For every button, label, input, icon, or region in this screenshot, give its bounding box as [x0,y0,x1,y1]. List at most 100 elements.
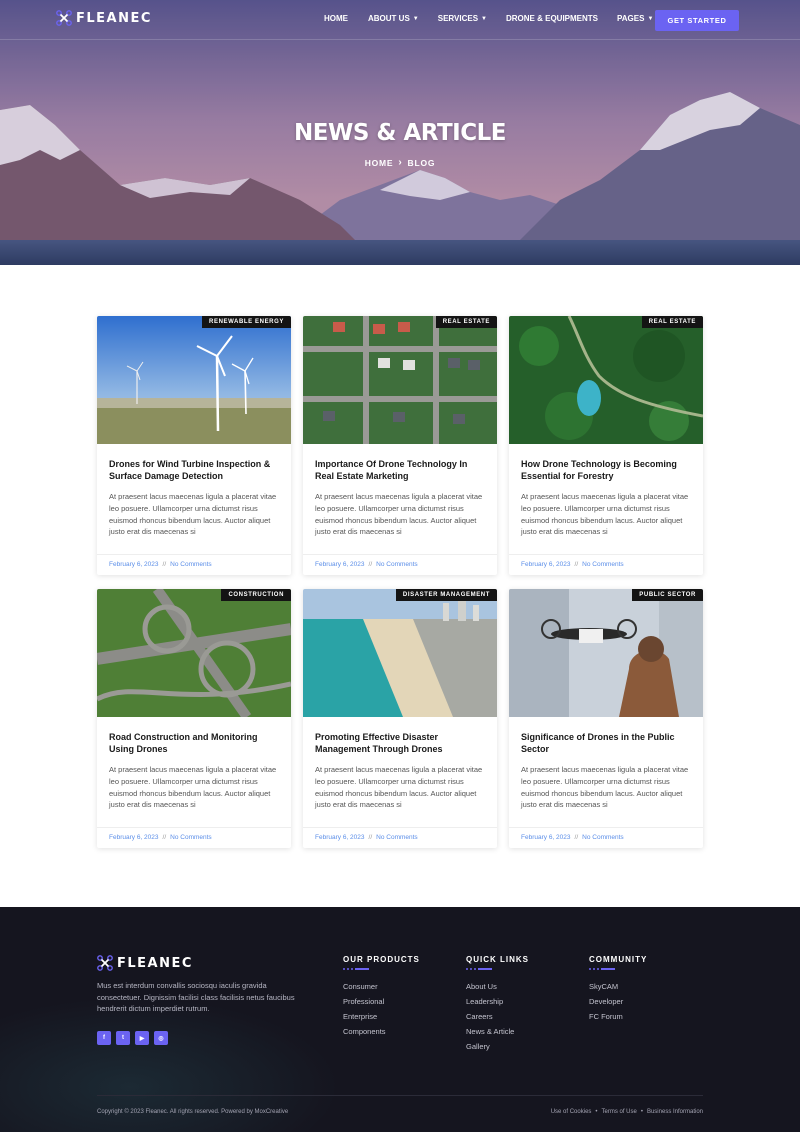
footer-link[interactable]: Developer [589,994,647,1009]
footer-link[interactable]: Careers [466,1009,529,1024]
blog-card[interactable]: RENEWABLE ENERGY Drones for Wind Turbine… [97,316,291,575]
blog-card[interactable]: REAL ESTATE How Drone Technology is Beco… [509,316,703,575]
legal-separator: • [640,1109,643,1115]
post-thumbnail-man-with-drone[interactable] [509,589,703,717]
category-badge[interactable]: REAL ESTATE [641,316,703,328]
blog-card[interactable]: CONSTRUCTION Road Construction and Monit… [97,589,291,848]
post-comments[interactable]: No Comments [376,561,418,568]
post-thumbnail-wind-turbines[interactable] [97,316,291,444]
meta-separator: // [368,561,373,568]
footer-link[interactable]: Gallery [466,1039,529,1054]
category-badge[interactable]: REAL ESTATE [435,316,497,328]
post-comments[interactable]: No Comments [582,561,624,568]
post-date[interactable]: February 6, 2023 [521,561,571,568]
main-menu: HOME ABOUT US ▼ SERVICES ▼ DRONE & EQUIP… [324,14,653,23]
title-underline [589,968,647,970]
youtube-icon[interactable]: ▶ [135,1031,149,1045]
post-thumbnail-forest-lake[interactable] [509,316,703,444]
post-title[interactable]: Promoting Effective Disaster Management … [315,732,487,755]
post-thumbnail-highway-interchange[interactable] [97,589,291,717]
brand-logo[interactable]: FLEANEC [56,10,152,26]
legal-link-terms[interactable]: Terms of Use [602,1109,637,1115]
copyright-text: Copyright © 2023 Fleanec. All rights res… [97,1109,289,1115]
post-title[interactable]: Drones for Wind Turbine Inspection & Sur… [109,459,281,482]
social-links: f t ▶ ◎ [97,1031,168,1045]
post-title[interactable]: Road Construction and Monitoring Using D… [109,732,281,755]
post-title[interactable]: How Drone Technology is Becoming Essenti… [521,459,693,482]
post-title[interactable]: Importance Of Drone Technology In Real E… [315,459,487,482]
post-thumbnail-aerial-neighborhood[interactable] [303,316,497,444]
category-badge[interactable]: PUBLIC SECTOR [632,589,703,601]
beach-coastline-image [303,589,497,717]
footer-link[interactable]: Leadership [466,994,529,1009]
post-date[interactable]: February 6, 2023 [315,561,365,568]
post-comments[interactable]: No Comments [376,834,418,841]
post-meta: February 6, 2023 // No Comments [97,827,291,847]
post-date[interactable]: February 6, 2023 [109,561,159,568]
page-title: NEWS & ARTICLE [294,120,506,146]
facebook-icon[interactable]: f [97,1031,111,1045]
footer-column-products: OUR PRODUCTS Consumer Professional Enter… [343,955,420,1039]
nav-item-home[interactable]: HOME [324,14,348,23]
footer-column-quick-links: QUICK LINKS About Us Leadership Careers … [466,955,529,1054]
footer-column-title: QUICK LINKS [466,955,529,964]
chevron-right-icon: › [398,157,403,168]
footer-link[interactable]: Enterprise [343,1009,420,1024]
brand-name: FLEANEC [76,10,152,26]
legal-separator: • [595,1109,598,1115]
footer-link[interactable]: Consumer [343,979,420,994]
post-excerpt: At praesent lacus maecenas ligula a plac… [521,765,689,810]
breadcrumb-current: BLOG [407,157,436,168]
footer-brand-name: FLEANEC [117,955,193,971]
post-title[interactable]: Significance of Drones in the Public Sec… [521,732,693,755]
twitter-icon[interactable]: t [116,1031,130,1045]
meta-separator: // [162,834,167,841]
footer-link[interactable]: FC Forum [589,1009,647,1024]
nav-item-label: DRONE & EQUIPMENTS [506,14,599,23]
get-started-button[interactable]: GET STARTED [655,10,739,31]
highway-interchange-image [97,589,291,717]
nav-item-label: SERVICES [437,14,479,23]
legal-links: Use of Cookies • Terms of Use • Business… [551,1109,703,1115]
blog-card[interactable]: REAL ESTATE Importance Of Drone Technolo… [303,316,497,575]
nav-item-label: HOME [324,14,348,23]
nav-item-about-us[interactable]: ABOUT US ▼ [368,14,419,23]
post-meta: February 6, 2023 // No Comments [303,827,497,847]
breadcrumb-home[interactable]: HOME [365,158,394,168]
nav-item-drone-equipments[interactable]: DRONE & EQUIPMENTS [506,14,598,23]
post-thumbnail-beach-coastline[interactable] [303,589,497,717]
post-comments[interactable]: No Comments [170,834,212,841]
post-comments[interactable]: No Comments [582,834,624,841]
meta-separator: // [574,561,579,568]
footer-link[interactable]: Professional [343,994,420,1009]
footer-link[interactable]: SkyCAM [589,979,647,994]
category-badge[interactable]: RENEWABLE ENERGY [202,316,291,328]
instagram-icon[interactable]: ◎ [154,1031,168,1045]
footer-brand-logo[interactable]: FLEANEC [97,955,193,971]
nav-item-services[interactable]: SERVICES ▼ [438,14,487,23]
meta-separator: // [368,834,373,841]
blog-card[interactable]: PUBLIC SECTOR Significance of Drones in … [509,589,703,848]
legal-link-business-info[interactable]: Business Information [647,1109,703,1115]
blog-card[interactable]: DISASTER MANAGEMENT Promoting Effective … [303,589,497,848]
post-excerpt: At praesent lacus maecenas ligula a plac… [315,765,483,810]
legal-link-cookies[interactable]: Use of Cookies [551,1109,592,1115]
nav-item-pages[interactable]: PAGES ▼ [617,14,653,23]
footer-link[interactable]: News & Article [466,1024,529,1039]
post-comments[interactable]: No Comments [170,561,212,568]
footer-link[interactable]: Components [343,1024,420,1039]
footer-link[interactable]: About Us [466,979,529,994]
forest-lake-image [509,316,703,444]
category-badge[interactable]: CONSTRUCTION [221,589,291,601]
wind-turbines-image [97,316,291,444]
footer-column-community: COMMUNITY SkyCAM Developer FC Forum [589,955,647,1024]
post-excerpt: At praesent lacus maecenas ligula a plac… [315,492,483,537]
meta-separator: // [162,561,167,568]
post-date[interactable]: February 6, 2023 [315,834,365,841]
category-badge[interactable]: DISASTER MANAGEMENT [395,589,497,601]
breadcrumb: HOME › BLOG [0,157,800,168]
title-underline [343,968,420,970]
post-excerpt: At praesent lacus maecenas ligula a plac… [109,492,277,537]
post-date[interactable]: February 6, 2023 [109,834,159,841]
post-date[interactable]: February 6, 2023 [521,834,571,841]
